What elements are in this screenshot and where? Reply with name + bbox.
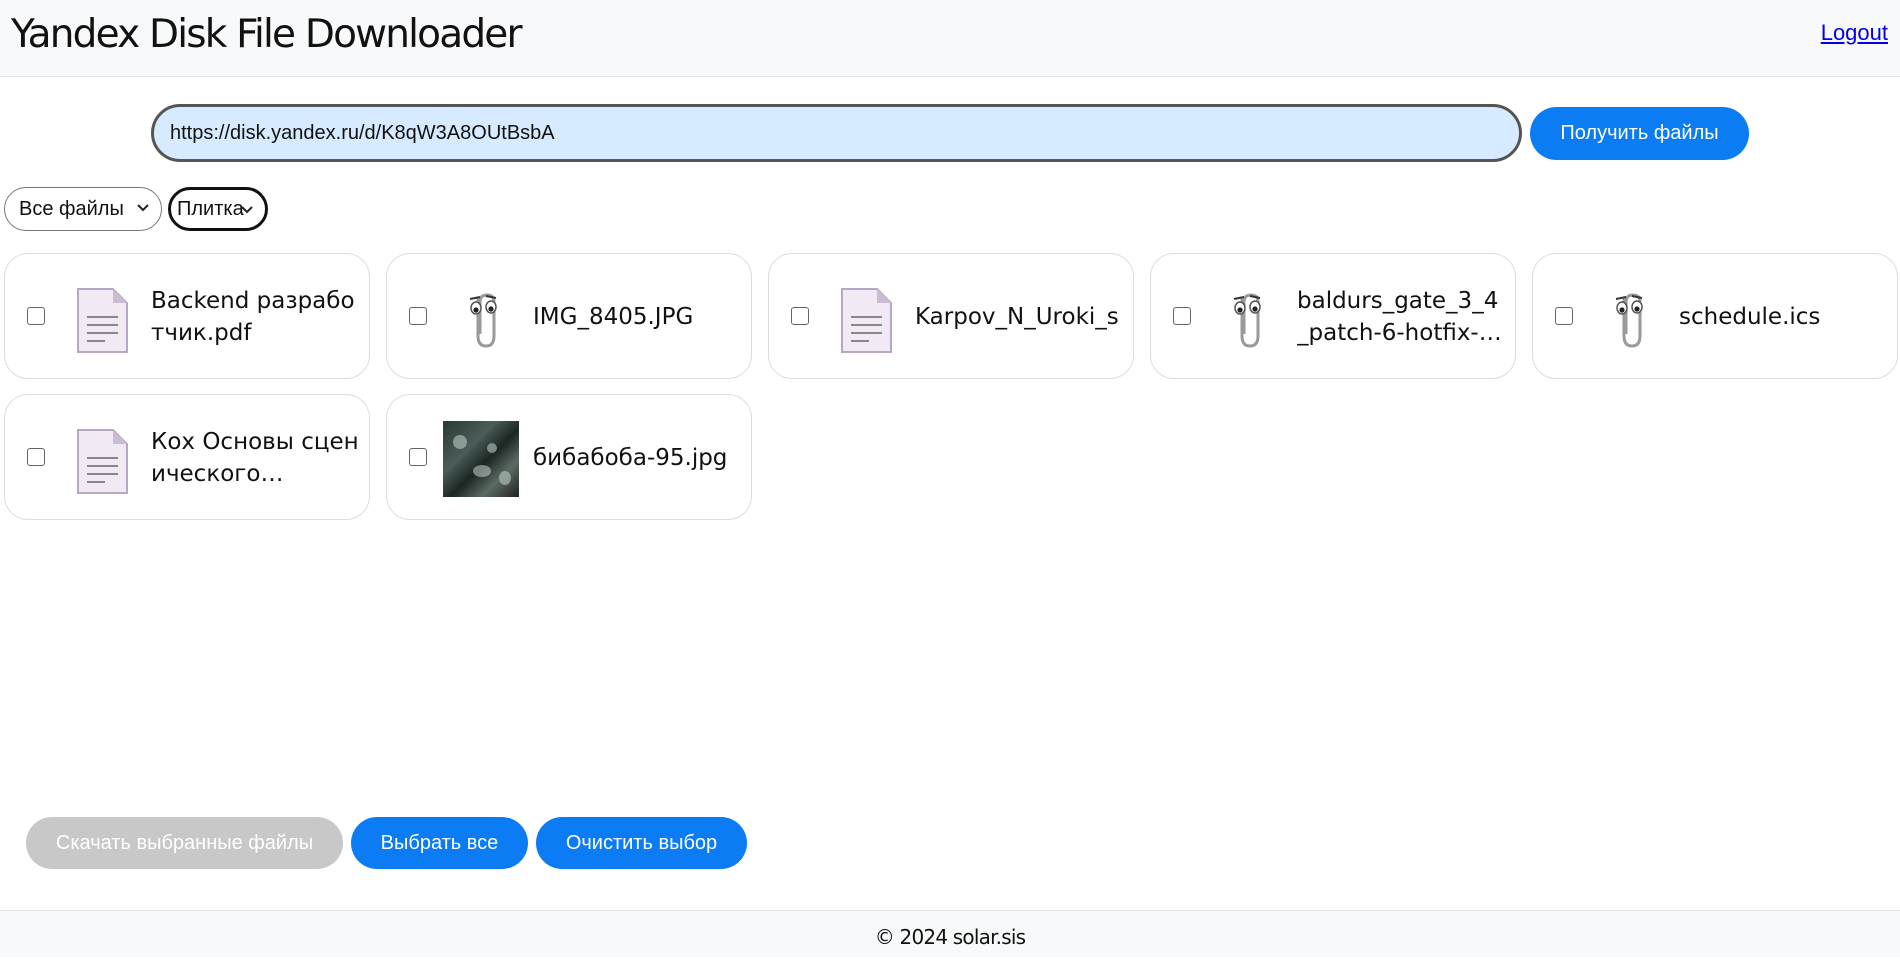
clippy-paperclip-icon — [469, 293, 497, 348]
file-checkbox[interactable] — [791, 307, 809, 325]
file-checkbox[interactable] — [27, 448, 45, 466]
file-card[interactable]: IMG_8405.JPG — [386, 253, 752, 379]
view-mode-select-value: Плитка — [177, 197, 244, 220]
file-card[interactable]: бибабоба-95.jpg — [386, 394, 752, 520]
file-checkbox[interactable] — [409, 448, 427, 466]
chevron-down-icon — [241, 206, 253, 214]
app-header: Yandex Disk File Downloader Logout — [0, 0, 1900, 77]
app-title: Yandex Disk File Downloader — [11, 12, 523, 57]
get-files-button[interactable]: Получить файлы — [1530, 107, 1749, 160]
clippy-paperclip-icon — [1615, 293, 1643, 348]
clear-selection-button[interactable]: Очистить выбор — [536, 817, 747, 869]
document-icon — [77, 429, 128, 494]
image-thumbnail — [443, 421, 519, 497]
download-selected-button[interactable]: Скачать выбранные файлы — [26, 817, 343, 869]
file-card[interactable]: Кох Основы сценического… — [4, 394, 370, 520]
file-card[interactable]: Karpov_N_Uroki_s — [768, 253, 1134, 379]
file-checkbox[interactable] — [27, 307, 45, 325]
file-card[interactable]: schedule.ics — [1532, 253, 1898, 379]
view-mode-select[interactable]: Плитка — [168, 187, 268, 231]
footer-copyright: © 2024 solar.sis — [874, 925, 1026, 949]
file-checkbox[interactable] — [1555, 307, 1573, 325]
document-icon — [841, 288, 892, 353]
select-all-button[interactable]: Выбрать все — [351, 817, 528, 869]
file-name: IMG_8405.JPG — [533, 304, 694, 330]
file-type-select-value: Все файлы — [19, 197, 124, 220]
document-icon — [77, 288, 128, 353]
file-card[interactable]: Backend разработчик.pdf — [4, 253, 370, 379]
file-name: бибабоба-95.jpg — [533, 445, 728, 471]
file-type-select[interactable]: Все файлы — [4, 187, 162, 231]
footer: © 2024 solar.sis — [0, 910, 1900, 957]
chevron-down-icon — [137, 204, 149, 212]
file-name: Кох Основы сценического… — [151, 429, 359, 487]
file-card[interactable]: baldurs_gate_3_4_patch-6-hotfix-… — [1150, 253, 1516, 379]
file-name: baldurs_gate_3_4_patch-6-hotfix-… — [1297, 288, 1502, 346]
logout-link[interactable]: Logout — [1821, 20, 1888, 46]
disk-url-input[interactable] — [151, 104, 1522, 162]
clippy-paperclip-icon — [1233, 293, 1261, 348]
file-name: Backend разработчик.pdf — [151, 288, 355, 346]
file-checkbox[interactable] — [1173, 307, 1191, 325]
file-checkbox[interactable] — [409, 307, 427, 325]
file-name: Karpov_N_Uroki_s — [915, 304, 1119, 330]
file-name: schedule.ics — [1679, 304, 1821, 330]
